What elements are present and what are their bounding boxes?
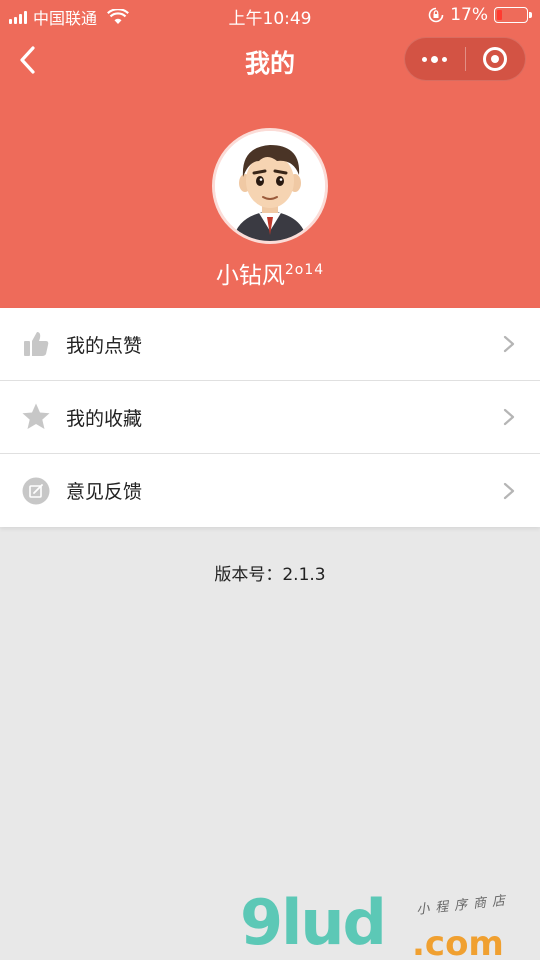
site-watermark: 9lud 小程序商店 .com bbox=[240, 880, 540, 960]
menu-item-label: 意见反馈 bbox=[66, 481, 143, 503]
more-button[interactable] bbox=[405, 37, 465, 81]
chevron-right-icon bbox=[503, 408, 515, 426]
watermark-domain: .com bbox=[412, 924, 504, 960]
menu-item-feedback[interactable]: 意见反馈 bbox=[0, 454, 540, 527]
star-icon bbox=[21, 402, 51, 432]
nickname: 小钻风2o14 bbox=[0, 256, 540, 290]
menu-item-label: 我的点赞 bbox=[66, 334, 143, 357]
battery-icon bbox=[494, 7, 532, 23]
profile-header: 小钻风2o14 bbox=[0, 90, 540, 308]
status-bar: 中国联通 上午10:49 17% bbox=[0, 0, 540, 30]
menu-list: 我的点赞 我的收藏 意见反馈 bbox=[0, 308, 540, 527]
nav-bar: 我的 bbox=[0, 30, 540, 90]
menu-item-label: 我的收藏 bbox=[66, 407, 143, 430]
chevron-right-icon bbox=[503, 335, 515, 353]
close-miniprogram-button[interactable] bbox=[465, 37, 525, 81]
nickname-suffix: 2o14 bbox=[284, 262, 325, 278]
cartoon-avatar-image bbox=[215, 131, 325, 241]
menu-item-favorites[interactable]: 我的收藏 bbox=[0, 381, 540, 454]
chevron-right-icon bbox=[503, 482, 515, 499]
feedback-edit-icon bbox=[21, 476, 51, 506]
avatar[interactable] bbox=[212, 128, 328, 244]
watermark-logo: 9lud bbox=[240, 886, 387, 959]
watermark-tagline: 小程序商店 bbox=[415, 893, 512, 918]
target-icon bbox=[483, 47, 508, 71]
status-right: 17% bbox=[428, 5, 532, 25]
nickname-text: 小钻风 bbox=[215, 263, 285, 289]
menu-item-likes[interactable]: 我的点赞 bbox=[0, 308, 540, 381]
version-text: 版本号：2.1.3 bbox=[214, 565, 326, 585]
battery-percent: 17% bbox=[450, 5, 488, 25]
orientation-lock-icon bbox=[428, 7, 444, 23]
miniprogram-capsule bbox=[404, 37, 526, 81]
thumbs-up-icon bbox=[21, 329, 51, 359]
